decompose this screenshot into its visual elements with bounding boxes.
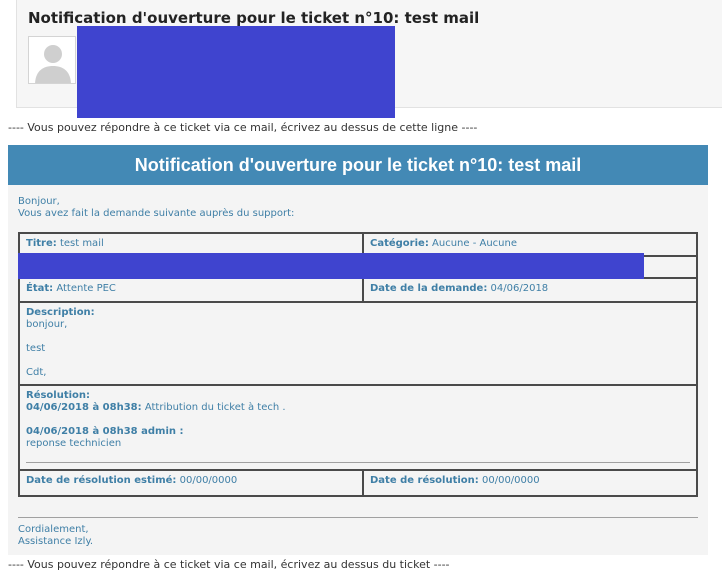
description-label: Description: [26,307,95,318]
date-resolution-value: 00/00/0000 [481,475,540,486]
resolution-cell: Résolution: 04/06/2018 à 08h38: Attribut… [20,386,696,469]
categorie-cell: Catégorie: Aucune - Aucune [364,234,696,255]
resolution-entry-text: Attribution du ticket à tech . [144,402,286,413]
closing-line-2: Assistance Izly. [18,536,94,547]
table-row: Description: bonjour, test Cdt, [20,303,696,386]
categorie-value: Aucune - Aucune [432,238,517,249]
resolution-entry-text: reponse technicien [26,438,122,449]
date-demande-value: 04/06/2018 [490,283,549,294]
etat-label: État: [26,283,54,294]
date-resolution-label: Date de résolution: [370,475,479,486]
table-row: Date de résolution estimé: 00/00/0000 Da… [20,471,696,495]
divider [26,462,690,463]
sender-info-redacted [77,26,395,118]
titre-value: test mail [59,238,104,249]
date-resolution-cell: Date de résolution: 00/00/0000 [364,471,696,495]
date-demande-cell: Date de la demande: 04/06/2018 [364,279,696,301]
table-row: Résolution: 04/06/2018 à 08h38: Attribut… [20,386,696,471]
description-line: test [26,343,46,354]
description-line: bonjour, [26,319,68,330]
resolution-entry: 04/06/2018 à 08h38: Attribution du ticke… [26,402,690,414]
mail-subject: Notification d'ouverture pour le ticket … [28,9,480,27]
greeting: Bonjour, Vous avez fait la demande suiva… [18,196,294,220]
default-user-silhouette-icon [29,37,75,83]
sender-avatar-icon[interactable] [28,36,76,84]
categorie-label: Catégorie: [370,238,429,249]
redacted-info-bar [18,253,644,279]
resolution-entry-date: 04/06/2018 à 08h38: [26,402,142,413]
date-estime-value: 00/00/0000 [179,475,238,486]
resolution-label: Résolution: [26,390,91,401]
date-estime-cell: Date de résolution estimé: 00/00/0000 [20,471,364,495]
divider [18,517,698,518]
mail-header: Notification d'ouverture pour le ticket … [16,0,722,118]
closing-line-1: Cordialement, [18,524,89,535]
closing: Cordialement, Assistance Izly. [18,524,93,548]
mail-body-card: Notification d'ouverture pour le ticket … [8,145,708,555]
description-cell: Description: bonjour, test Cdt, [20,303,696,384]
reply-instruction-top: ---- Vous pouvez répondre à ce ticket vi… [8,121,478,134]
greeting-line-1: Bonjour, [18,196,60,207]
greeting-line-2: Vous avez fait la demande suivante auprè… [18,208,295,219]
etat-cell: État: Attente PEC [20,279,364,301]
date-estime-label: Date de résolution estimé: [26,475,177,486]
date-demande-label: Date de la demande: [370,283,488,294]
titre-label: Titre: [26,238,57,249]
description-line: Cdt, [26,367,47,378]
etat-value: Attente PEC [56,283,116,294]
resolution-entry-date: 04/06/2018 à 08h38 admin : [26,426,184,437]
titre-cell: Titre: test mail [20,234,364,255]
reply-instruction-bottom: ---- Vous pouvez répondre à ce ticket vi… [8,558,450,571]
table-row: État: Attente PEC Date de la demande: 04… [20,279,696,303]
card-banner-title: Notification d'ouverture pour le ticket … [8,145,708,185]
